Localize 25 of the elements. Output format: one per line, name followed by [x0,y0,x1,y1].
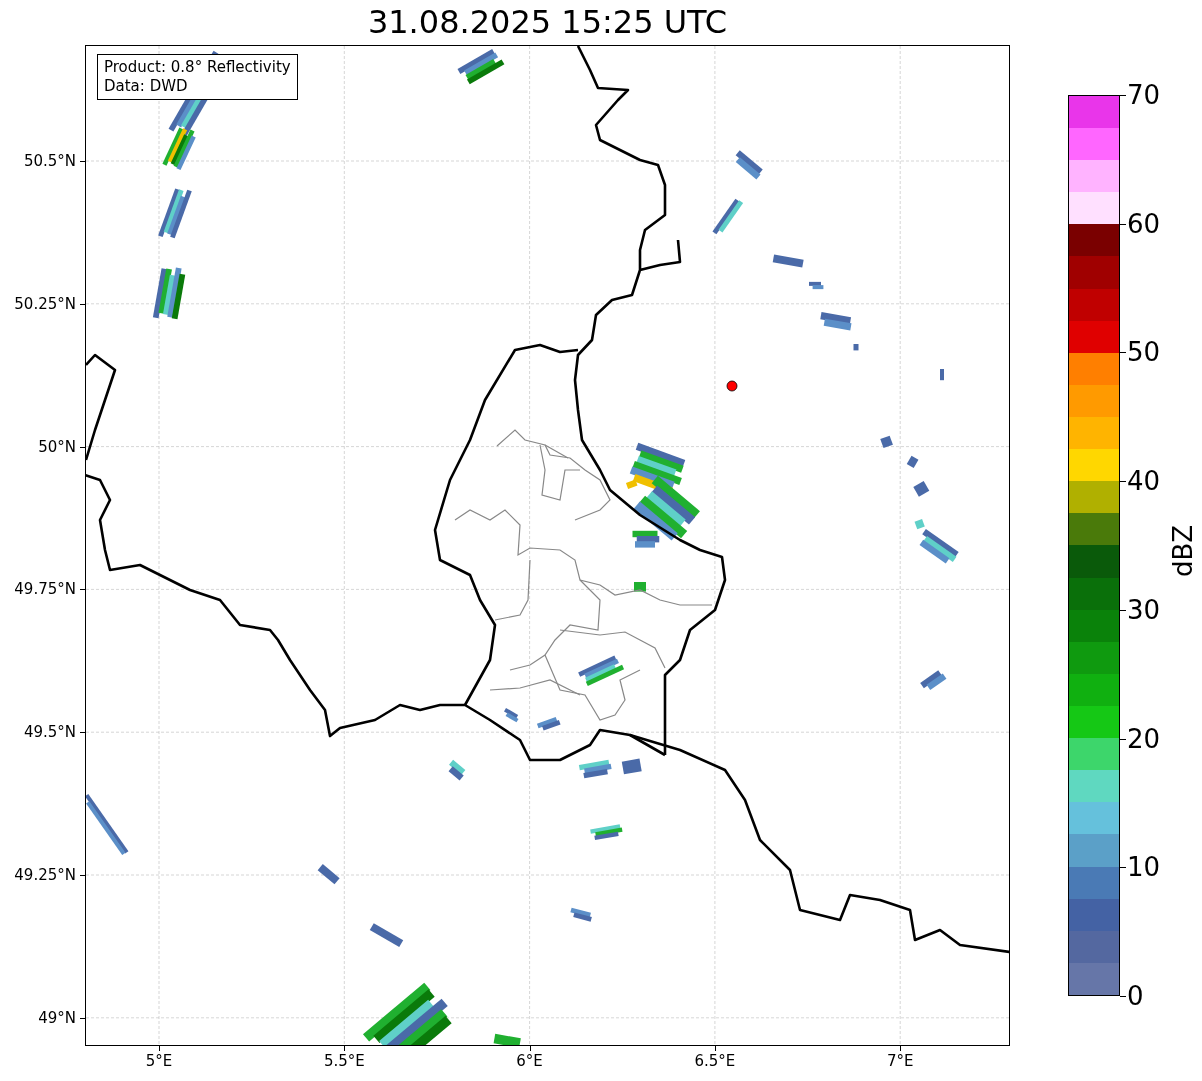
latitude-label: 49°N [38,1008,76,1027]
colorbar-tick-label: 0 [1127,983,1144,1009]
colorbar-tick-label: 30 [1127,596,1161,623]
colorbar-tick-label: 20 [1127,725,1161,752]
latitude-label: 49.5°N [23,723,76,742]
info-text: Product: 0.8° Reflectivity [104,58,291,77]
latitude-label: 49.25°N [14,866,76,884]
longitude-label: 5°E [145,1052,173,1070]
colorbar-label: dBZ [1168,524,1198,577]
colorbar-tick-label: 70 [1127,82,1161,108]
colorbar-tick-label: 10 [1127,854,1161,881]
latitude-label: 50°N [38,437,76,456]
chart-title: 31.08.2025 15:25 UTC [366,2,729,43]
info-text: Data: DWD [104,77,189,96]
latitude-label: 50.25°N [14,294,76,313]
radar-site-marker [726,380,738,392]
colorbar-tick-label: 40 [1127,468,1161,495]
longitude-label: 7°E [886,1052,914,1070]
latitude-label: 49.75°N [14,580,76,599]
colorbar-tick-label: 50 [1127,339,1161,366]
colorbar-tick-label: 60 [1127,210,1161,237]
longitude-label: 5.5°E [323,1052,365,1070]
longitude-label: 6°E [516,1052,543,1070]
latitude-label: 50.5°N [23,152,76,170]
longitude-label: 6.5°E [694,1052,736,1070]
